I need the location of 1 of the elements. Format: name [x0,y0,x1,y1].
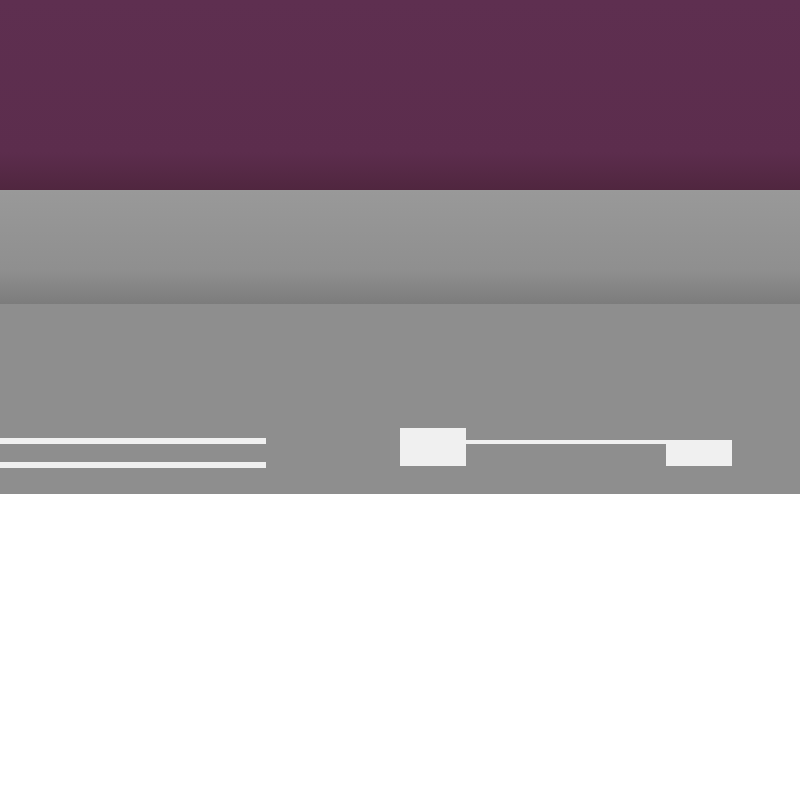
lines-icon [0,438,266,468]
